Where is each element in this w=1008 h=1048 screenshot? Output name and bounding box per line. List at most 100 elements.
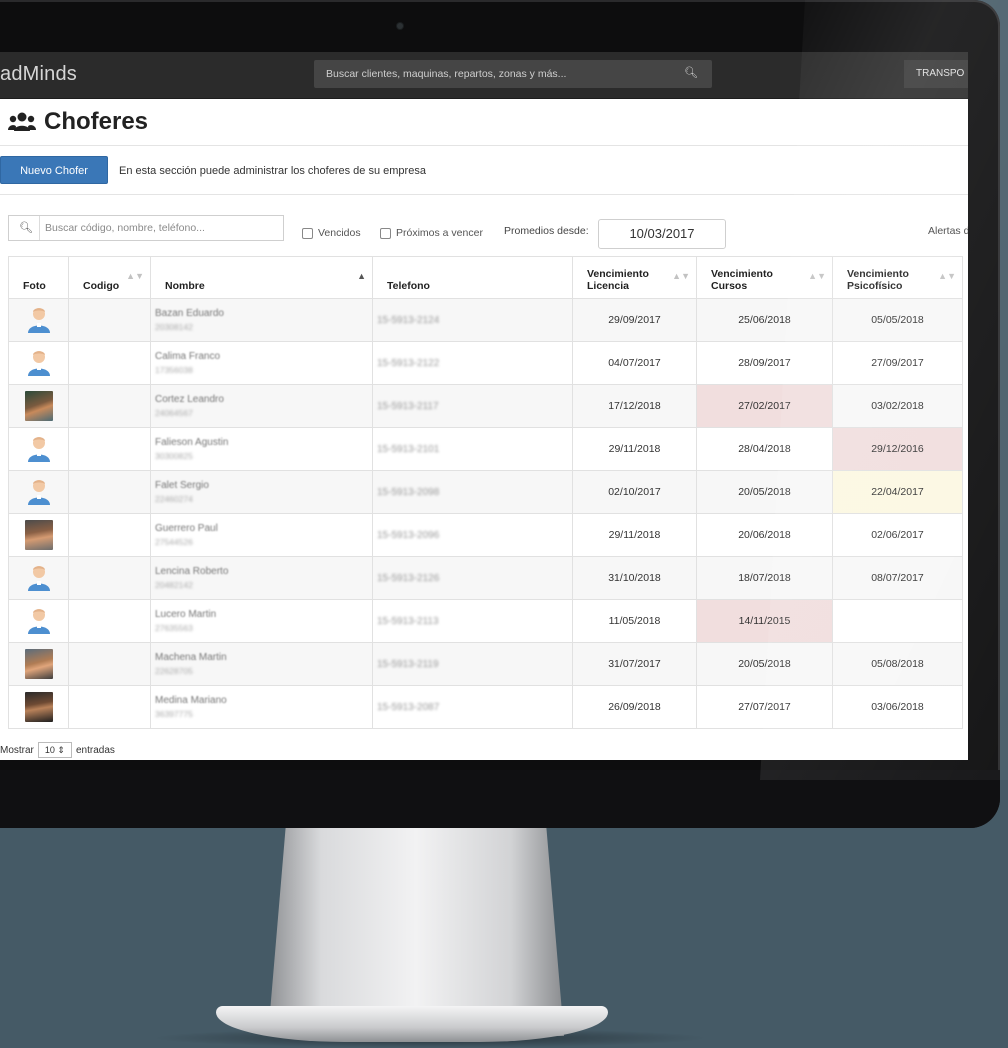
page-title-text: Choferes [44, 108, 149, 135]
promedios-label: Promedios desde: [504, 225, 589, 237]
checkbox-box[interactable] [380, 227, 391, 239]
table-search-placeholder: Buscar código, nombre, teléfono... [45, 222, 205, 234]
sort-icon[interactable]: ▲▼ [672, 271, 690, 281]
cell-licencia: 26/09/2018 [572, 685, 697, 729]
checkbox-box[interactable] [302, 227, 313, 239]
cell-cursos: 14/11/2015 [696, 599, 833, 643]
driver-document: 17356038 [155, 365, 193, 375]
cell-telefono: 15-5913-2119 [372, 642, 573, 686]
cell-psicofisico [832, 599, 963, 643]
driver-document: 20482142 [155, 580, 193, 590]
cell-cursos: 20/05/2018 [696, 642, 833, 686]
cell-licencia: 29/11/2018 [572, 513, 697, 557]
driver-photo [24, 692, 53, 722]
brand-logo[interactable]: adMinds [0, 63, 77, 86]
table-row[interactable]: Medina Mariano 36397775 15-5913-2087 26/09/… [8, 685, 963, 729]
table-row[interactable]: Cortez Leandro 24064567 15-5913-2117 17/12/… [8, 384, 963, 428]
cell-cursos: 28/04/2018 [696, 427, 833, 471]
col-header-foto: Foto [8, 256, 69, 299]
sort-icon[interactable]: ▲▼ [938, 271, 956, 281]
cell-nombre[interactable]: Guerrero Paul 27544526 [150, 513, 373, 557]
drivers-table: Foto Codigo ▲▼ Nombre ▲ Telefono Vencimien… [8, 256, 963, 729]
cell-licencia: 04/07/2017 [572, 341, 697, 385]
driver-document: 30300825 [155, 451, 193, 461]
driver-phone: 15-5913-2117 [377, 400, 439, 412]
cell-licencia: 17/12/2018 [572, 384, 697, 428]
monitor-stand-neck [268, 826, 564, 1036]
cell-cursos: 25/06/2018 [696, 298, 833, 342]
driver-document: 22628705 [155, 666, 193, 676]
driver-name: Machena Martin [155, 652, 227, 663]
cell-codigo [68, 341, 151, 385]
col-header-nombre[interactable]: Nombre ▲ [150, 256, 373, 299]
table-row[interactable]: Lencina Roberto 20482142 15-5913-2126 31/10… [8, 556, 963, 600]
driver-phone: 15-5913-2087 [377, 701, 440, 713]
sort-asc-icon[interactable]: ▲ [357, 271, 366, 281]
sort-icon[interactable]: ▲▼ [126, 271, 144, 281]
cell-codigo [68, 384, 151, 428]
cell-licencia: 29/11/2018 [572, 427, 697, 471]
driver-phone: 15-5913-2124 [377, 314, 440, 326]
table-row[interactable]: Falieson Agustin 30300825 15-5913-2101 29/1… [8, 427, 963, 471]
cell-telefono: 15-5913-2098 [372, 470, 573, 514]
cell-nombre[interactable]: Machena Martin 22628705 [150, 642, 373, 686]
search-icon[interactable]: 🔍︎ [684, 66, 698, 79]
driver-name: Guerrero Paul [155, 523, 218, 534]
divider [0, 194, 968, 195]
page-title: Choferes [8, 108, 148, 136]
organization-menu-button[interactable]: TRANSPO [904, 60, 968, 88]
cell-nombre[interactable]: Cortez Leandro 24064567 [150, 384, 373, 428]
cell-telefono: 15-5913-2126 [372, 556, 573, 600]
cell-licencia: 29/09/2017 [572, 298, 697, 342]
cell-psicofisico: 22/04/2017 [832, 470, 963, 514]
cell-cursos: 28/09/2017 [696, 341, 833, 385]
cell-telefono: 15-5913-2096 [372, 513, 573, 557]
driver-phone: 15-5913-2101 [377, 443, 440, 455]
page-size-select[interactable]: 10 ⇕ [37, 742, 72, 758]
driver-phone: 15-5913-2122 [377, 357, 440, 369]
cell-nombre[interactable]: Falet Sergio 22460274 [150, 470, 373, 514]
cell-nombre[interactable]: Bazan Eduardo 20308142 [150, 298, 373, 342]
col-header-codigo[interactable]: Codigo ▲▼ [68, 256, 151, 299]
col-header-psicofisico[interactable]: Vencimiento Psicofísico ▲▼ [832, 256, 963, 299]
driver-document: 27544526 [155, 537, 193, 547]
driver-document: 20308142 [155, 322, 193, 332]
new-driver-button[interactable]: Nuevo Chofer [0, 156, 108, 184]
divider [0, 145, 968, 146]
cell-foto [8, 341, 69, 385]
cell-cursos: 27/07/2017 [696, 685, 833, 729]
table-row[interactable]: Falet Sergio 22460274 15-5913-2098 02/10/20… [8, 470, 963, 514]
sort-icon[interactable]: ▲▼ [808, 271, 826, 281]
driver-document: 27635563 [155, 623, 193, 633]
cell-codigo [68, 427, 151, 471]
col-header-cursos[interactable]: Vencimiento Cursos ▲▼ [696, 256, 833, 299]
cell-foto [8, 298, 69, 342]
proximos-label: Próximos a vencer [396, 227, 483, 239]
page-size-control: Mostrar 10 ⇕ entradas [0, 742, 115, 758]
alertas-label: Alertas d [928, 225, 968, 237]
cell-nombre[interactable]: Lucero Martin 27635563 [150, 599, 373, 643]
table-row[interactable]: Calima Franco 17356038 15-5913-2122 04/07/2… [8, 341, 963, 385]
driver-phone: 15-5913-2113 [377, 615, 439, 627]
proximos-checkbox[interactable]: Próximos a vencer [380, 227, 483, 239]
cell-foto [8, 513, 69, 557]
driver-phone: 15-5913-2098 [377, 486, 440, 498]
cell-codigo [68, 599, 151, 643]
promedios-date-input[interactable]: 10/03/2017 [598, 219, 726, 249]
cell-nombre[interactable]: Calima Franco 17356038 [150, 341, 373, 385]
cell-nombre[interactable]: Medina Mariano 36397775 [150, 685, 373, 729]
table-row[interactable]: Lucero Martin 27635563 15-5913-2113 11/05/2… [8, 599, 963, 643]
monitor-chin [0, 770, 1000, 828]
driver-photo [24, 520, 53, 550]
table-row[interactable]: Machena Martin 22628705 15-5913-2119 31/07/… [8, 642, 963, 686]
table-row[interactable]: Bazan Eduardo 20308142 15-5913-2124 29/09/2… [8, 298, 963, 342]
table-row[interactable]: Guerrero Paul 27544526 15-5913-2096 29/11/2… [8, 513, 963, 557]
col-header-licencia[interactable]: Vencimiento Licencia ▲▼ [572, 256, 697, 299]
cell-nombre[interactable]: Falieson Agustin 30300825 [150, 427, 373, 471]
global-search-input[interactable]: Buscar clientes, maquinas, repartos, zon… [314, 60, 712, 88]
col-header-telefono[interactable]: Telefono [372, 256, 573, 299]
cell-nombre[interactable]: Lencina Roberto 20482142 [150, 556, 373, 600]
vencidos-checkbox[interactable]: Vencidos [302, 227, 361, 239]
table-search-input[interactable]: 🔍︎ Buscar código, nombre, teléfono... [8, 215, 284, 241]
cell-licencia: 31/10/2018 [572, 556, 697, 600]
